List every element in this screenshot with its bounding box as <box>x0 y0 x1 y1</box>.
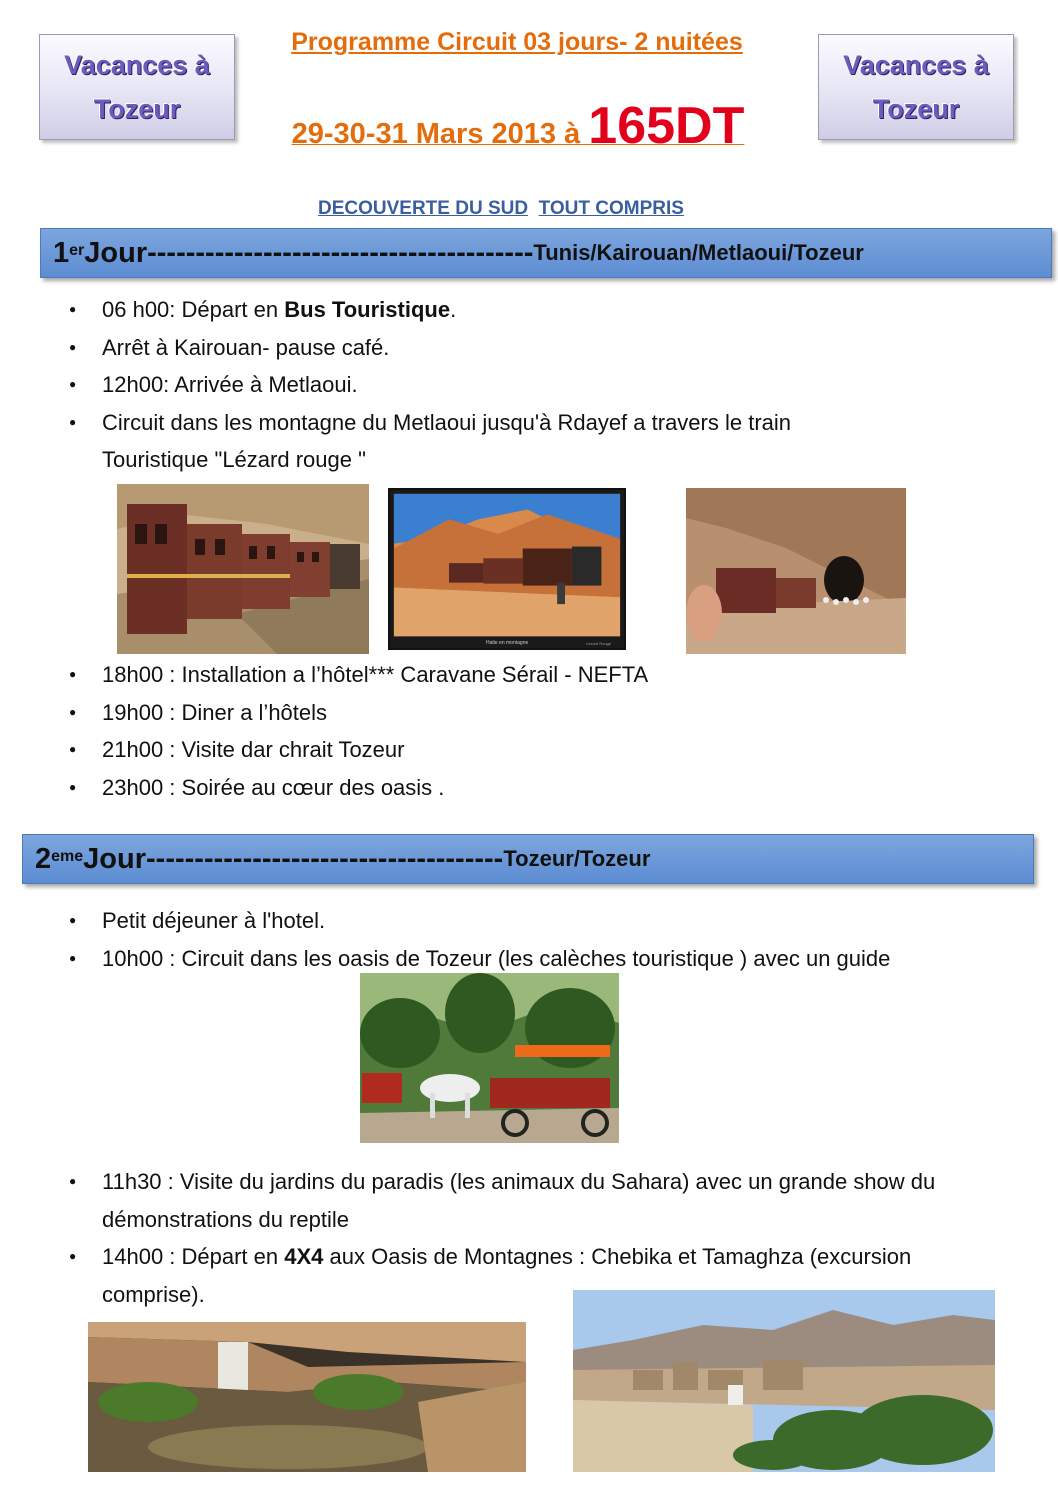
item-text: 06 h00: Départ en <box>102 297 285 322</box>
day1-sup: er <box>69 242 85 259</box>
item-bold-text: 4X4 <box>284 1244 324 1269</box>
train-photo-2: Halte en montagne Lézard Rouge <box>388 488 626 650</box>
day2-word: Jour <box>83 842 147 875</box>
item-text: 14h00 : Départ en <box>102 1244 285 1269</box>
day1-schedule-list-a: 06 h00: Départ en Bus Touristique. Arrêt… <box>58 291 1008 479</box>
dates-text: 29-30-31 Mars 2013 à <box>291 118 589 150</box>
day1-schedule-list-b: 18h00 : Installation a l’hôtel*** Carava… <box>58 656 1008 806</box>
item-text-end: . <box>450 297 457 322</box>
list-item: 06 h00: Départ en Bus Touristique. <box>58 291 1008 329</box>
list-item: Circuit dans les montagne du Metlaoui ju… <box>58 404 902 479</box>
list-item: 11h30 : Visite du jardins du paradis (le… <box>58 1163 1008 1238</box>
list-item: 21h00 : Visite dar chrait Tozeur <box>58 731 1008 769</box>
day2-schedule-list-a: Petit déjeuner à l'hotel. 10h00 : Circui… <box>58 902 1008 977</box>
day1-number: 1 <box>53 236 70 269</box>
list-item: 23h00 : Soirée au cœur des oasis . <box>58 769 1008 807</box>
program-title: Programme Circuit 03 jours- 2 nuitées <box>291 28 743 56</box>
photo-caption-left: Halte en montagne <box>486 640 529 646</box>
train-photo-1 <box>117 484 369 654</box>
subtitle-decouverte: DECOUVERTE DU SUD <box>318 198 529 219</box>
caleche-oasis-photo <box>360 973 619 1143</box>
list-item: 10h00 : Circuit dans les oasis de Tozeur… <box>58 940 1008 978</box>
badge-vacances-left: Vacances à Tozeur <box>39 34 235 140</box>
day2-number: 2 <box>35 842 52 875</box>
subtitle-tout-compris: TOUT COMPRIS <box>538 198 684 219</box>
price-text: 165DT <box>588 97 745 155</box>
day1-word: Jour <box>84 236 148 269</box>
chebika-waterfall-photo <box>88 1322 526 1472</box>
dates-price-title: 29-30-31 Mars 2013 à 165DT <box>268 96 768 156</box>
badge-left-line2: Tozeur <box>93 94 181 124</box>
list-item: 19h00 : Diner a l’hôtels <box>58 694 1008 732</box>
day2-route: Tozeur/Tozeur <box>503 846 651 871</box>
list-item: 18h00 : Installation a l’hôtel*** Carava… <box>58 656 1008 694</box>
photo-caption-right: Lézard Rouge <box>586 641 612 646</box>
badge-vacances-right: Vacances à Tozeur <box>818 34 1014 140</box>
day2-sup: eme <box>51 848 84 865</box>
badge-left-line1: Vacances à <box>64 50 210 80</box>
day1-header-band: 1 er Jour --------------------------------… <box>40 228 1052 278</box>
day1-route: Tunis/Kairouan/Metlaoui/Tozeur <box>533 240 864 265</box>
tamaghza-village-photo <box>573 1290 995 1472</box>
item-bold-text: Bus Touristique <box>284 297 451 322</box>
subtitle: DECOUVERTE DU SUD TOUT COMPRIS <box>318 198 684 220</box>
day1-dashes: ---------------------------------------- <box>147 236 534 269</box>
day2-header-band: 2 eme Jour -------------------------------… <box>22 834 1034 884</box>
badge-right-line1: Vacances à <box>843 50 989 80</box>
day2-dashes: ------------------------------------- <box>146 842 504 875</box>
list-item: 12h00: Arrivée à Metlaoui. <box>58 366 1008 404</box>
list-item: Petit déjeuner à l'hotel. <box>58 902 1008 940</box>
train-tunnel-photo <box>686 488 906 654</box>
badge-right-line2: Tozeur <box>872 94 960 124</box>
list-item: Arrêt à Kairouan- pause café. <box>58 329 1008 367</box>
